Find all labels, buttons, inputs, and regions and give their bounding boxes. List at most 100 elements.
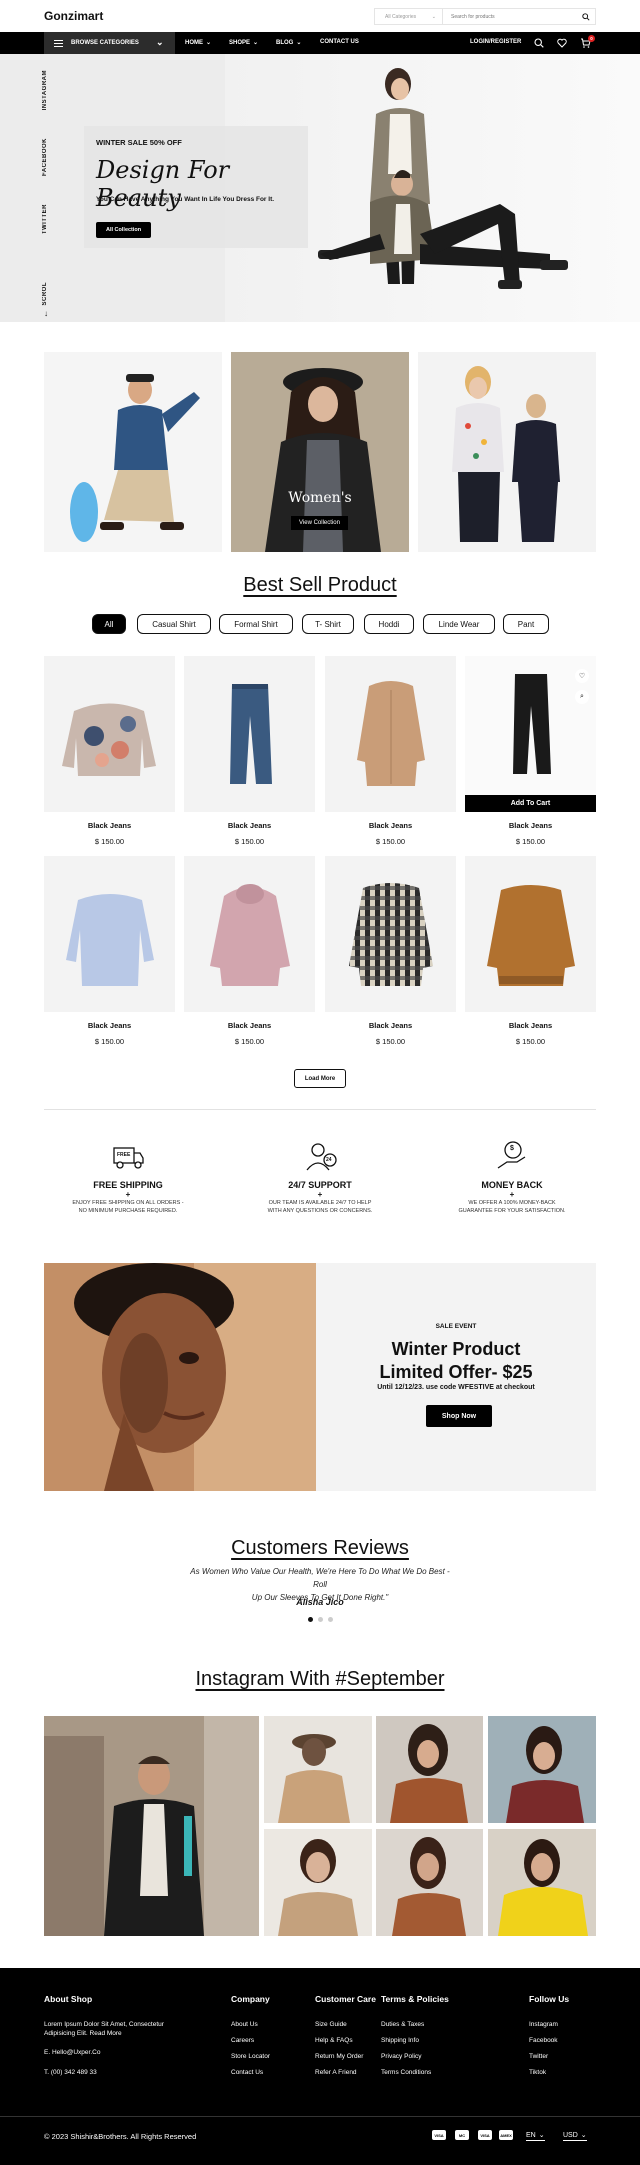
- search-category-select[interactable]: All Categories ⌄: [375, 9, 443, 24]
- carousel-dot[interactable]: [318, 1617, 323, 1622]
- carousel-dot-active[interactable]: [308, 1617, 313, 1622]
- menu-icon: [54, 39, 63, 47]
- footer-link[interactable]: Tiktok: [529, 2069, 546, 2076]
- instagram-post-large[interactable]: [44, 1716, 259, 1936]
- instagram-post[interactable]: [376, 1716, 483, 1823]
- heart-icon[interactable]: ♡: [575, 669, 589, 683]
- visa-icon: VISA: [432, 2130, 446, 2140]
- product-card-hovered[interactable]: ♡ ⌕ Add To Cart: [465, 656, 596, 812]
- filter-t-shirt[interactable]: T- Shirt: [302, 614, 354, 634]
- footer-link[interactable]: Store Locator: [231, 2053, 270, 2060]
- product-card[interactable]: [325, 856, 456, 1012]
- review-author: Alisha Jico: [296, 1597, 344, 1607]
- support-icon: 24: [245, 1140, 395, 1174]
- social-twitter-link[interactable]: TWITTER: [42, 204, 48, 234]
- product-name[interactable]: Black Jeans: [465, 821, 596, 830]
- scroll-indicator[interactable]: SCROL: [42, 282, 48, 306]
- footer-email[interactable]: E. Hello@Uxper.Co: [44, 2049, 100, 2056]
- floral-sweater-image: [62, 703, 156, 776]
- product-name[interactable]: Black Jeans: [184, 1021, 315, 1030]
- instagram-post[interactable]: [264, 1829, 372, 1936]
- currency-value: USD: [563, 2131, 578, 2139]
- instagram-post[interactable]: [488, 1829, 596, 1936]
- category-women-card[interactable]: Women's View Collection: [231, 352, 409, 552]
- filter-pant[interactable]: Pant: [503, 614, 549, 634]
- instagram-post[interactable]: [488, 1716, 596, 1823]
- language-select[interactable]: EN ⌄: [526, 2131, 545, 2141]
- add-to-cart-button[interactable]: Add To Cart: [465, 795, 596, 812]
- filter-all[interactable]: All: [92, 614, 126, 634]
- promo-title-line-2: Limited Offer- $25: [379, 1362, 533, 1382]
- footer-link[interactable]: Help & FAQs: [315, 2037, 353, 2044]
- carousel-dot[interactable]: [328, 1617, 333, 1622]
- footer-link[interactable]: About Us: [231, 2021, 258, 2028]
- currency-select[interactable]: USD ⌄: [563, 2131, 587, 2141]
- browse-categories-button[interactable]: BROWSE CATEGORIES ⌄: [44, 32, 175, 54]
- view-collection-button[interactable]: View Collection: [291, 516, 348, 530]
- load-more-button[interactable]: Load More: [294, 1069, 346, 1088]
- nav-shope[interactable]: SHOPE ⌄: [229, 39, 258, 47]
- footer-about-text[interactable]: Adipisicing Elit. Read More: [44, 2030, 122, 2037]
- product-name[interactable]: Black Jeans: [325, 1021, 456, 1030]
- footer-link[interactable]: Duties & Taxes: [381, 2021, 424, 2028]
- money-back-icon: $: [437, 1140, 587, 1174]
- product-card[interactable]: [44, 656, 175, 812]
- search-icon[interactable]: [534, 38, 544, 48]
- footer-follow-title: Follow Us: [529, 1994, 570, 2004]
- product-card[interactable]: [465, 856, 596, 1012]
- product-card[interactable]: [184, 856, 315, 1012]
- category-kids-card[interactable]: [418, 352, 596, 552]
- feature-desc: ENJOY FREE SHIPPING ON ALL ORDERS -: [72, 1200, 184, 1206]
- footer-link[interactable]: Refer A Friend: [315, 2069, 357, 2076]
- product-card[interactable]: [325, 656, 456, 812]
- top-header: Gonzimart All Categories ⌄: [0, 0, 640, 32]
- plaid-shirt-image: [349, 883, 433, 986]
- product-price: $ 150.00: [375, 837, 406, 846]
- footer-link[interactable]: Privacy Policy: [381, 2053, 421, 2060]
- search-icon[interactable]: ⌕: [575, 690, 589, 704]
- footer-phone[interactable]: T. (00) 342 489 33: [44, 2069, 97, 2076]
- all-collection-button[interactable]: All Collection: [96, 222, 152, 238]
- search-bar: All Categories ⌄: [374, 8, 596, 25]
- plus-icon: +: [125, 1190, 131, 1199]
- footer-link[interactable]: Shipping Info: [381, 2037, 419, 2044]
- instagram-post[interactable]: [376, 1829, 483, 1936]
- review-quote-line: As Women Who Value Our Health, We're Her…: [190, 1567, 450, 1589]
- product-name[interactable]: Black Jeans: [44, 821, 175, 830]
- social-facebook-link[interactable]: FACEBOOK: [42, 138, 48, 176]
- product-name[interactable]: Black Jeans: [184, 821, 315, 830]
- product-name[interactable]: Black Jeans: [44, 1021, 175, 1030]
- product-name[interactable]: Black Jeans: [465, 1021, 596, 1030]
- instagram-photo: [44, 1716, 259, 1936]
- site-logo[interactable]: Gonzimart: [44, 9, 103, 23]
- filter-formal-shirt[interactable]: Formal Shirt: [219, 614, 293, 634]
- login-register-link[interactable]: LOGIN/REGISTER: [470, 39, 521, 45]
- heart-icon[interactable]: [557, 38, 567, 48]
- shop-now-button[interactable]: Shop Now: [426, 1405, 492, 1427]
- category-men-card[interactable]: [44, 352, 222, 552]
- reviews-title: Customers Reviews: [231, 1537, 409, 1559]
- search-button[interactable]: [577, 12, 595, 21]
- feature-desc: WITH ANY QUESTIONS OR CONCERNS.: [267, 1208, 373, 1214]
- filter-linde-wear[interactable]: Linde Wear: [423, 614, 495, 634]
- product-name[interactable]: Black Jeans: [325, 821, 456, 830]
- social-instagram-link[interactable]: INSTAGRAM: [42, 70, 48, 110]
- footer-link[interactable]: Facebook: [529, 2037, 558, 2044]
- footer-link[interactable]: Careers: [231, 2037, 254, 2044]
- product-card[interactable]: [184, 656, 315, 812]
- footer-link[interactable]: Return My Order: [315, 2053, 363, 2060]
- product-price: $ 150.00: [375, 1037, 406, 1046]
- filter-hoddi[interactable]: Hoddi: [364, 614, 414, 634]
- nav-home[interactable]: HOME ⌄: [185, 39, 211, 47]
- footer-link[interactable]: Contact Us: [231, 2069, 263, 2076]
- search-input[interactable]: [443, 13, 577, 20]
- footer-link[interactable]: Terms Conditions: [381, 2069, 431, 2076]
- nav-contact[interactable]: CONTACT US: [320, 39, 359, 45]
- footer-link[interactable]: Twitter: [529, 2053, 548, 2060]
- product-card[interactable]: [44, 856, 175, 1012]
- instagram-post[interactable]: [264, 1716, 372, 1823]
- footer-link[interactable]: Instagram: [529, 2021, 558, 2028]
- footer-link[interactable]: Size Guide: [315, 2021, 347, 2028]
- nav-blog[interactable]: BLOG ⌄: [276, 39, 301, 47]
- filter-casual-shirt[interactable]: Casual Shirt: [137, 614, 211, 634]
